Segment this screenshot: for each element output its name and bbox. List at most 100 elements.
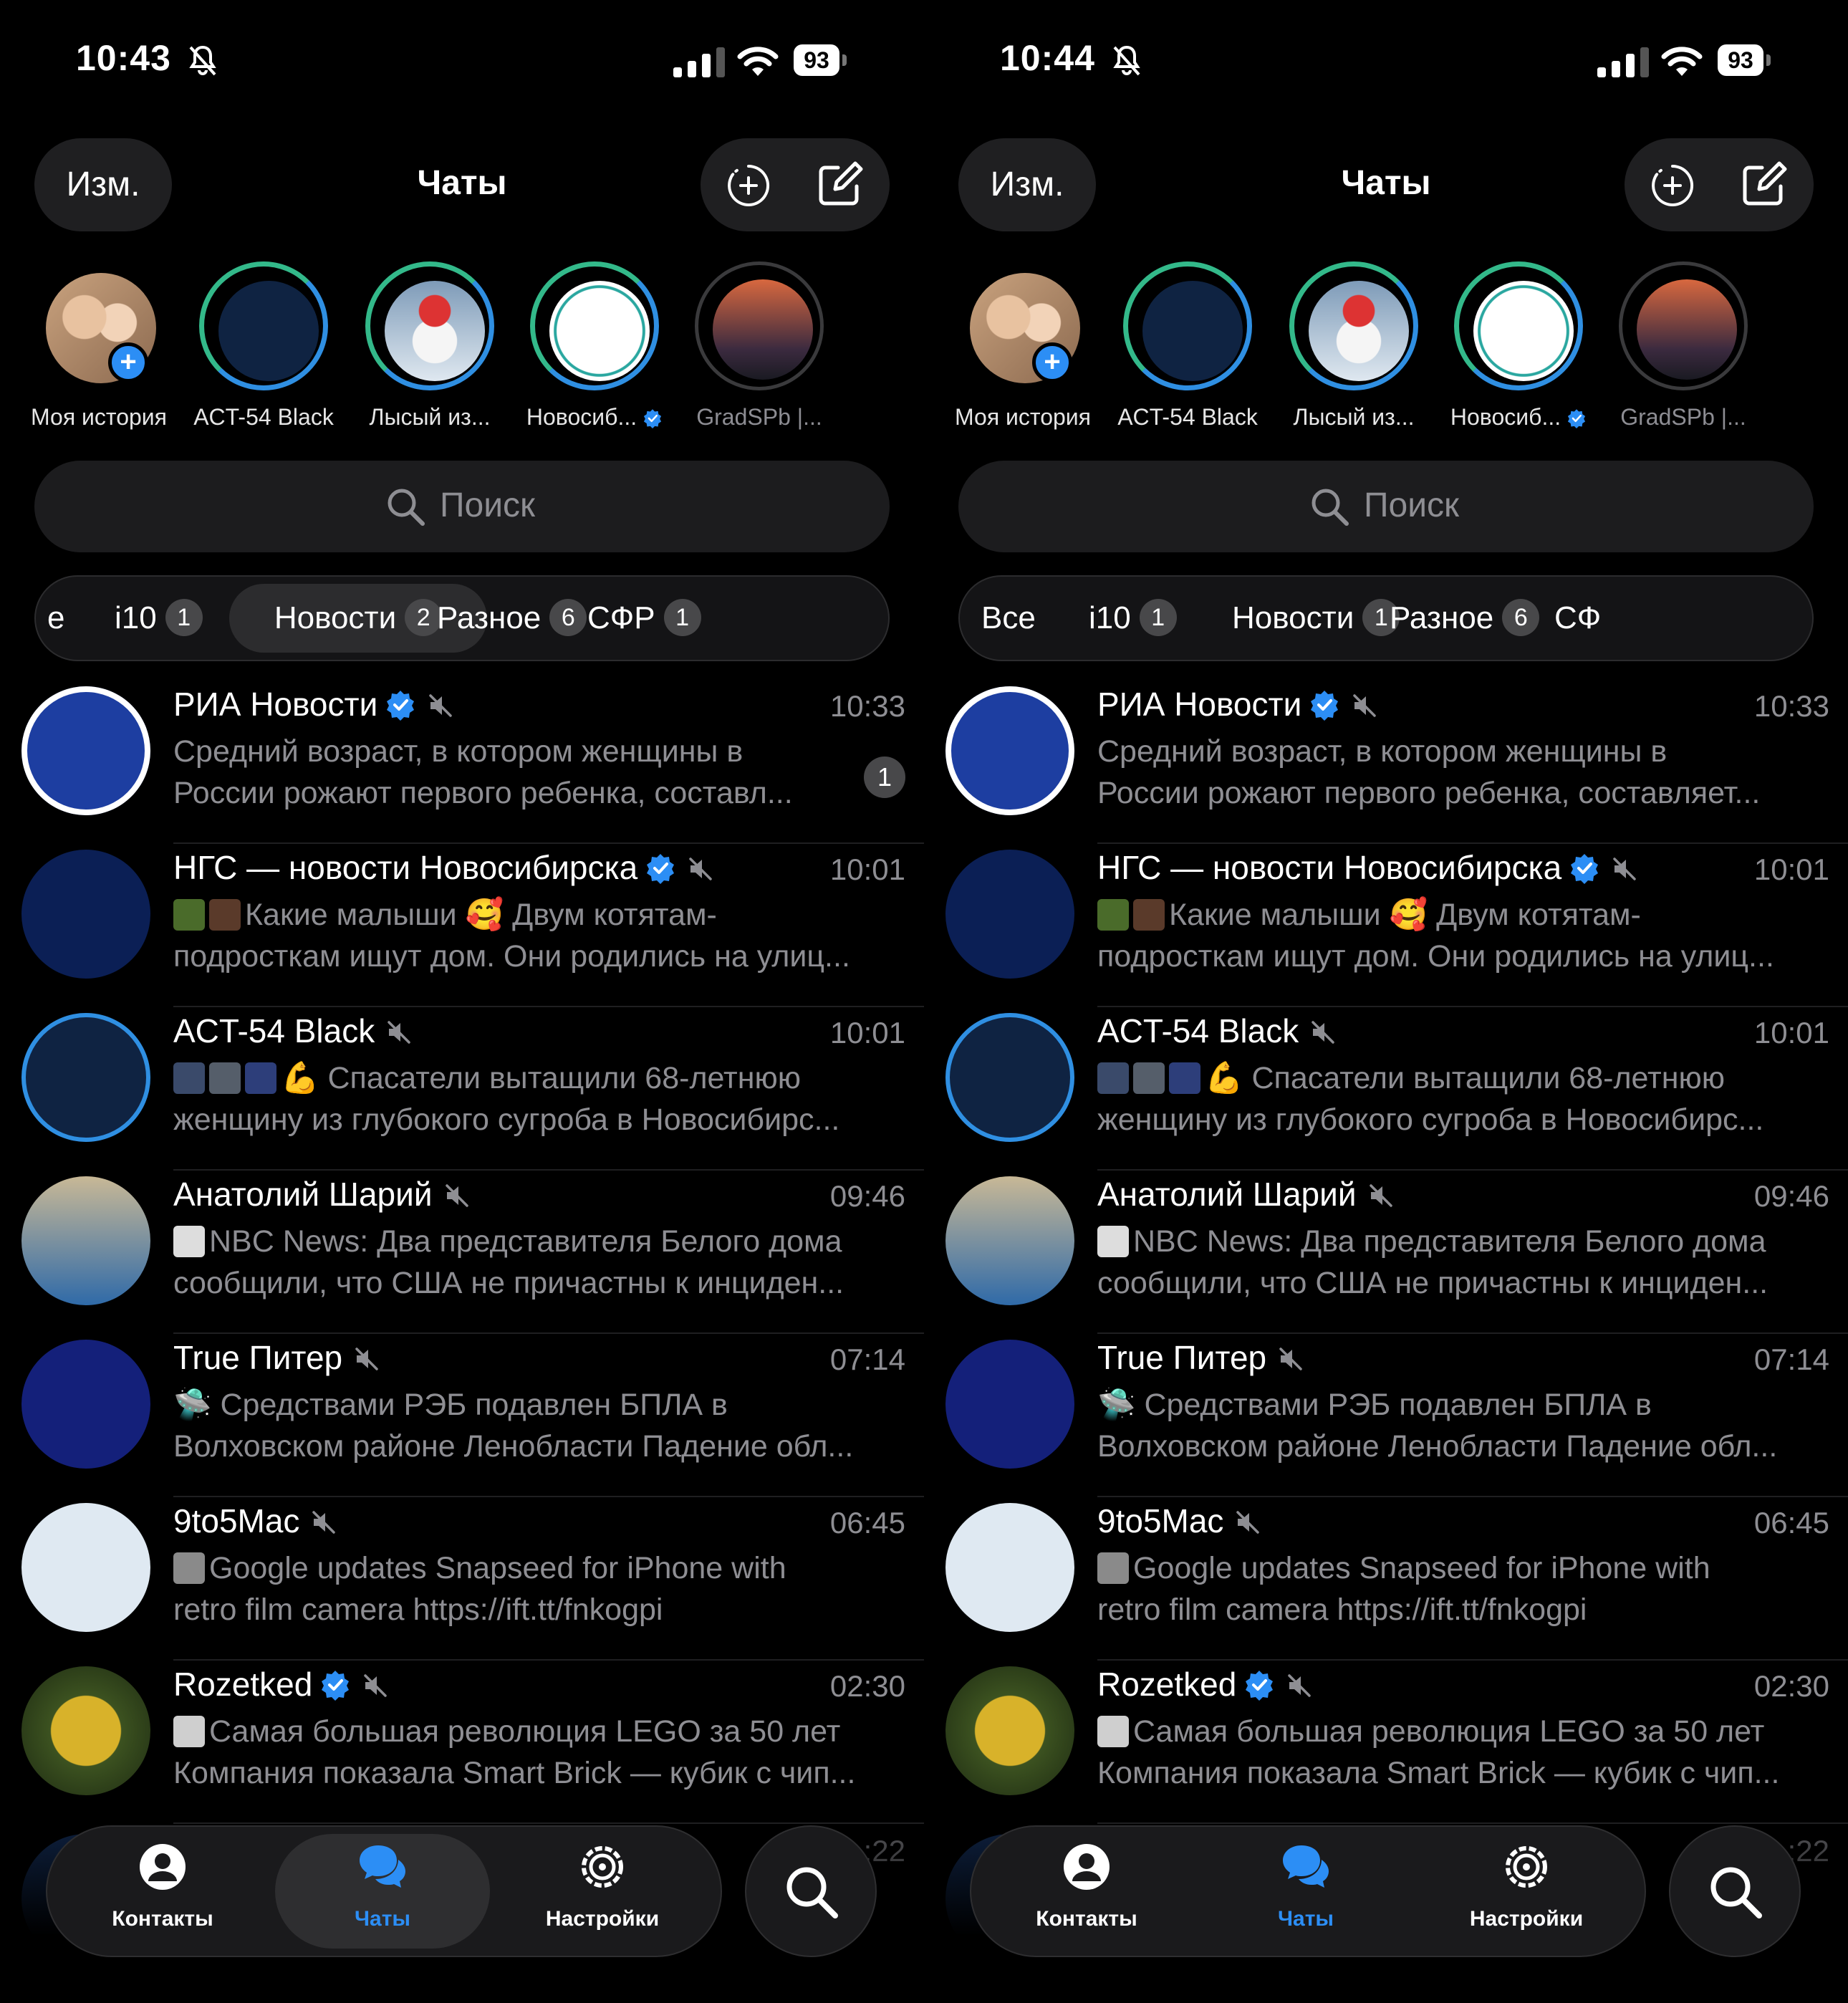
battery-level: 93 bbox=[794, 44, 839, 76]
screenshot-left: 10:43 93 Изм. Чаты + Моя история ACT-54 Black Л… bbox=[0, 0, 924, 2003]
media-thumbnail bbox=[1133, 1062, 1165, 1094]
preview-line: сообщили, что США не причастны к инциден… bbox=[173, 1266, 844, 1300]
folder-tab[interactable]: Разное 6 bbox=[1390, 577, 1540, 660]
compose-icon[interactable] bbox=[817, 160, 864, 208]
add-story-plus-icon[interactable]: + bbox=[108, 342, 148, 383]
tab-contacts[interactable]: Контакты bbox=[983, 1827, 1190, 1956]
header-actions bbox=[1625, 138, 1814, 231]
chat-row[interactable]: 9to5Mac 06:45 Google updates Snapseed for … bbox=[924, 1497, 1848, 1661]
search-placeholder: Поиск bbox=[1364, 486, 1460, 524]
folder-tab[interactable]: i10 1 bbox=[1089, 577, 1177, 660]
muted-icon bbox=[1367, 1179, 1395, 1208]
tab-chats[interactable]: Чаты bbox=[275, 1834, 490, 1949]
folder-tab[interactable]: СФР 1 bbox=[587, 577, 701, 660]
chat-title-text: Анатолий Шарий bbox=[1097, 1176, 1357, 1213]
edit-button[interactable]: Изм. bbox=[34, 138, 172, 231]
story-item[interactable]: Лысый из... bbox=[347, 258, 512, 444]
verified-icon bbox=[1309, 689, 1340, 721]
story-item[interactable]: Лысый из... bbox=[1271, 258, 1436, 444]
chat-row[interactable]: Анатолий Шарий 09:46 NBC News: Два предста… bbox=[0, 1171, 924, 1334]
chat-bubbles-icon bbox=[358, 1843, 407, 1891]
chat-row[interactable]: ACT-54 Black 10:01 💪 Спасатели вытащили 68… bbox=[924, 1007, 1848, 1171]
chat-row[interactable]: 9to5Mac 06:45 Google updates Snapseed for … bbox=[0, 1497, 924, 1661]
tab-chats[interactable]: Чаты bbox=[1202, 1827, 1410, 1956]
muted-icon bbox=[1276, 1342, 1305, 1371]
chat-preview: 🛸 Средствами РЭБ подавлен БПЛА в Волховск… bbox=[173, 1384, 904, 1467]
preview-text: Средний возраст, в котором женщины в bbox=[1097, 734, 1667, 769]
story-item[interactable]: + Моя история bbox=[940, 258, 1105, 444]
folder-tab[interactable]: Разное 6 bbox=[437, 577, 587, 660]
avatar bbox=[21, 1666, 150, 1795]
screenshot-right: 10:44 93 Изм. Чаты + Моя история ACT-54 Black Л… bbox=[924, 0, 1848, 2003]
gear-icon bbox=[1502, 1843, 1551, 1891]
story-item[interactable]: ACT-54 Black bbox=[181, 258, 346, 444]
chat-row[interactable]: НГС — новости Новосибирска 10:01 Какие мал… bbox=[924, 844, 1848, 1007]
folder-tab[interactable]: е bbox=[47, 577, 64, 660]
story-item[interactable]: GradSPb |... bbox=[1601, 258, 1766, 444]
edit-button[interactable]: Изм. bbox=[958, 138, 1096, 231]
compose-icon[interactable] bbox=[1741, 160, 1788, 208]
chat-row[interactable]: Rozetked 02:30 Самая большая революция LEG… bbox=[924, 1661, 1848, 1824]
folder-tab-label: Разное bbox=[1390, 600, 1494, 635]
preview-line: Самая большая революция LEGO за 50 лет bbox=[1097, 1711, 1828, 1752]
chat-title-text: ACT-54 Black bbox=[173, 1012, 375, 1049]
chat-row[interactable]: True Питер 07:14 🛸 Средствами РЭБ подавлен… bbox=[924, 1334, 1848, 1497]
chat-preview: NBC News: Два представителя Белого дома с… bbox=[173, 1221, 904, 1304]
tab-settings[interactable]: Настройки bbox=[499, 1827, 706, 1956]
folder-tab[interactable]: i10 1 bbox=[115, 577, 203, 660]
story-item[interactable]: + Моя история bbox=[16, 258, 181, 444]
avatar bbox=[1637, 279, 1737, 380]
folder-tab[interactable]: СФ bbox=[1554, 577, 1601, 660]
muted-icon bbox=[1350, 689, 1379, 718]
story-item[interactable]: GradSPb |... bbox=[677, 258, 842, 444]
chat-row[interactable]: Rozetked 02:30 Самая большая революция LEG… bbox=[0, 1661, 924, 1824]
preview-line: retro film camera https://ift.tt/fnkogpi bbox=[173, 1593, 663, 1627]
search-bar[interactable]: Поиск bbox=[958, 461, 1814, 552]
chat-time: 02:30 bbox=[829, 1669, 905, 1703]
preview-line: Google updates Snapseed for iPhone with bbox=[173, 1547, 904, 1589]
add-story-icon[interactable] bbox=[726, 163, 771, 208]
search-button[interactable] bbox=[745, 1825, 877, 1957]
search-bar[interactable]: Поиск bbox=[34, 461, 890, 552]
folder-tab[interactable]: Все bbox=[981, 577, 1036, 660]
preview-line: 💪 Спасатели вытащили 68-летнюю bbox=[1097, 1057, 1828, 1099]
add-story-plus-icon[interactable]: + bbox=[1032, 342, 1072, 383]
tab-contacts[interactable]: Контакты bbox=[59, 1827, 266, 1956]
search-button[interactable] bbox=[1669, 1825, 1801, 1957]
chat-row[interactable]: РИА Новости 10:33 Средний возраст, в котор… bbox=[0, 681, 924, 844]
preview-line: NBC News: Два представителя Белого дома bbox=[1097, 1221, 1828, 1262]
muted-icon bbox=[1610, 852, 1639, 881]
chat-preview: Самая большая революция LEGO за 50 лет Ко… bbox=[1097, 1711, 1828, 1794]
chat-row[interactable]: ACT-54 Black 10:01 💪 Спасатели вытащили 68… bbox=[0, 1007, 924, 1171]
chat-row[interactable]: Анатолий Шарий 09:46 NBC News: Два предста… bbox=[924, 1171, 1848, 1334]
preview-line: женщину из глубокого сугроба в Новосибир… bbox=[1097, 1103, 1764, 1137]
preview-line: Какие малыши 🥰 Двум котятам- bbox=[173, 894, 904, 936]
avatar bbox=[945, 1340, 1074, 1469]
add-story-icon[interactable] bbox=[1650, 163, 1695, 208]
folder-tab-badge: 6 bbox=[549, 599, 587, 636]
preview-text: 🛸 Средствами РЭБ подавлен БПЛА в bbox=[1097, 1388, 1652, 1422]
cellular-signal-icon bbox=[1597, 47, 1649, 77]
chat-row[interactable]: РИА Новости 10:33 Средний возраст, в котор… bbox=[924, 681, 1848, 844]
chat-row[interactable]: True Питер 07:14 🛸 Средствами РЭБ подавлен… bbox=[0, 1334, 924, 1497]
chat-preview: Какие малыши 🥰 Двум котятам-подросткам и… bbox=[1097, 894, 1828, 977]
avatar bbox=[21, 686, 150, 815]
chat-title-text: 9to5Mac bbox=[1097, 1502, 1224, 1540]
preview-text: 💪 Спасатели вытащили 68-летнюю bbox=[281, 1061, 801, 1095]
chat-row[interactable]: НГС — новости Новосибирска 10:01 Какие мал… bbox=[0, 844, 924, 1007]
story-item[interactable]: Новосиб... bbox=[1436, 258, 1601, 444]
chat-title-text: True Питер bbox=[1097, 1339, 1267, 1376]
folder-tabs: е i10 1 Новости 2 Разное 6 СФР 1 bbox=[34, 575, 890, 661]
story-item[interactable]: ACT-54 Black bbox=[1105, 258, 1270, 444]
unread-badge: 1 bbox=[864, 756, 905, 798]
preview-line: Компания показала Smart Brick — кубик с … bbox=[173, 1756, 856, 1790]
preview-line: Средний возраст, в котором женщины в bbox=[173, 731, 847, 772]
chat-title-text: Анатолий Шарий bbox=[173, 1176, 433, 1213]
muted-icon bbox=[1233, 1506, 1262, 1534]
folder-tab-badge: 1 bbox=[663, 599, 701, 636]
story-name-text: ACT-54 Black bbox=[193, 404, 334, 430]
cellular-signal-icon bbox=[673, 47, 725, 77]
tab-settings[interactable]: Настройки bbox=[1423, 1827, 1630, 1956]
story-item[interactable]: Новосиб... bbox=[512, 258, 677, 444]
folder-tab[interactable]: Новости 1 bbox=[1232, 577, 1400, 660]
